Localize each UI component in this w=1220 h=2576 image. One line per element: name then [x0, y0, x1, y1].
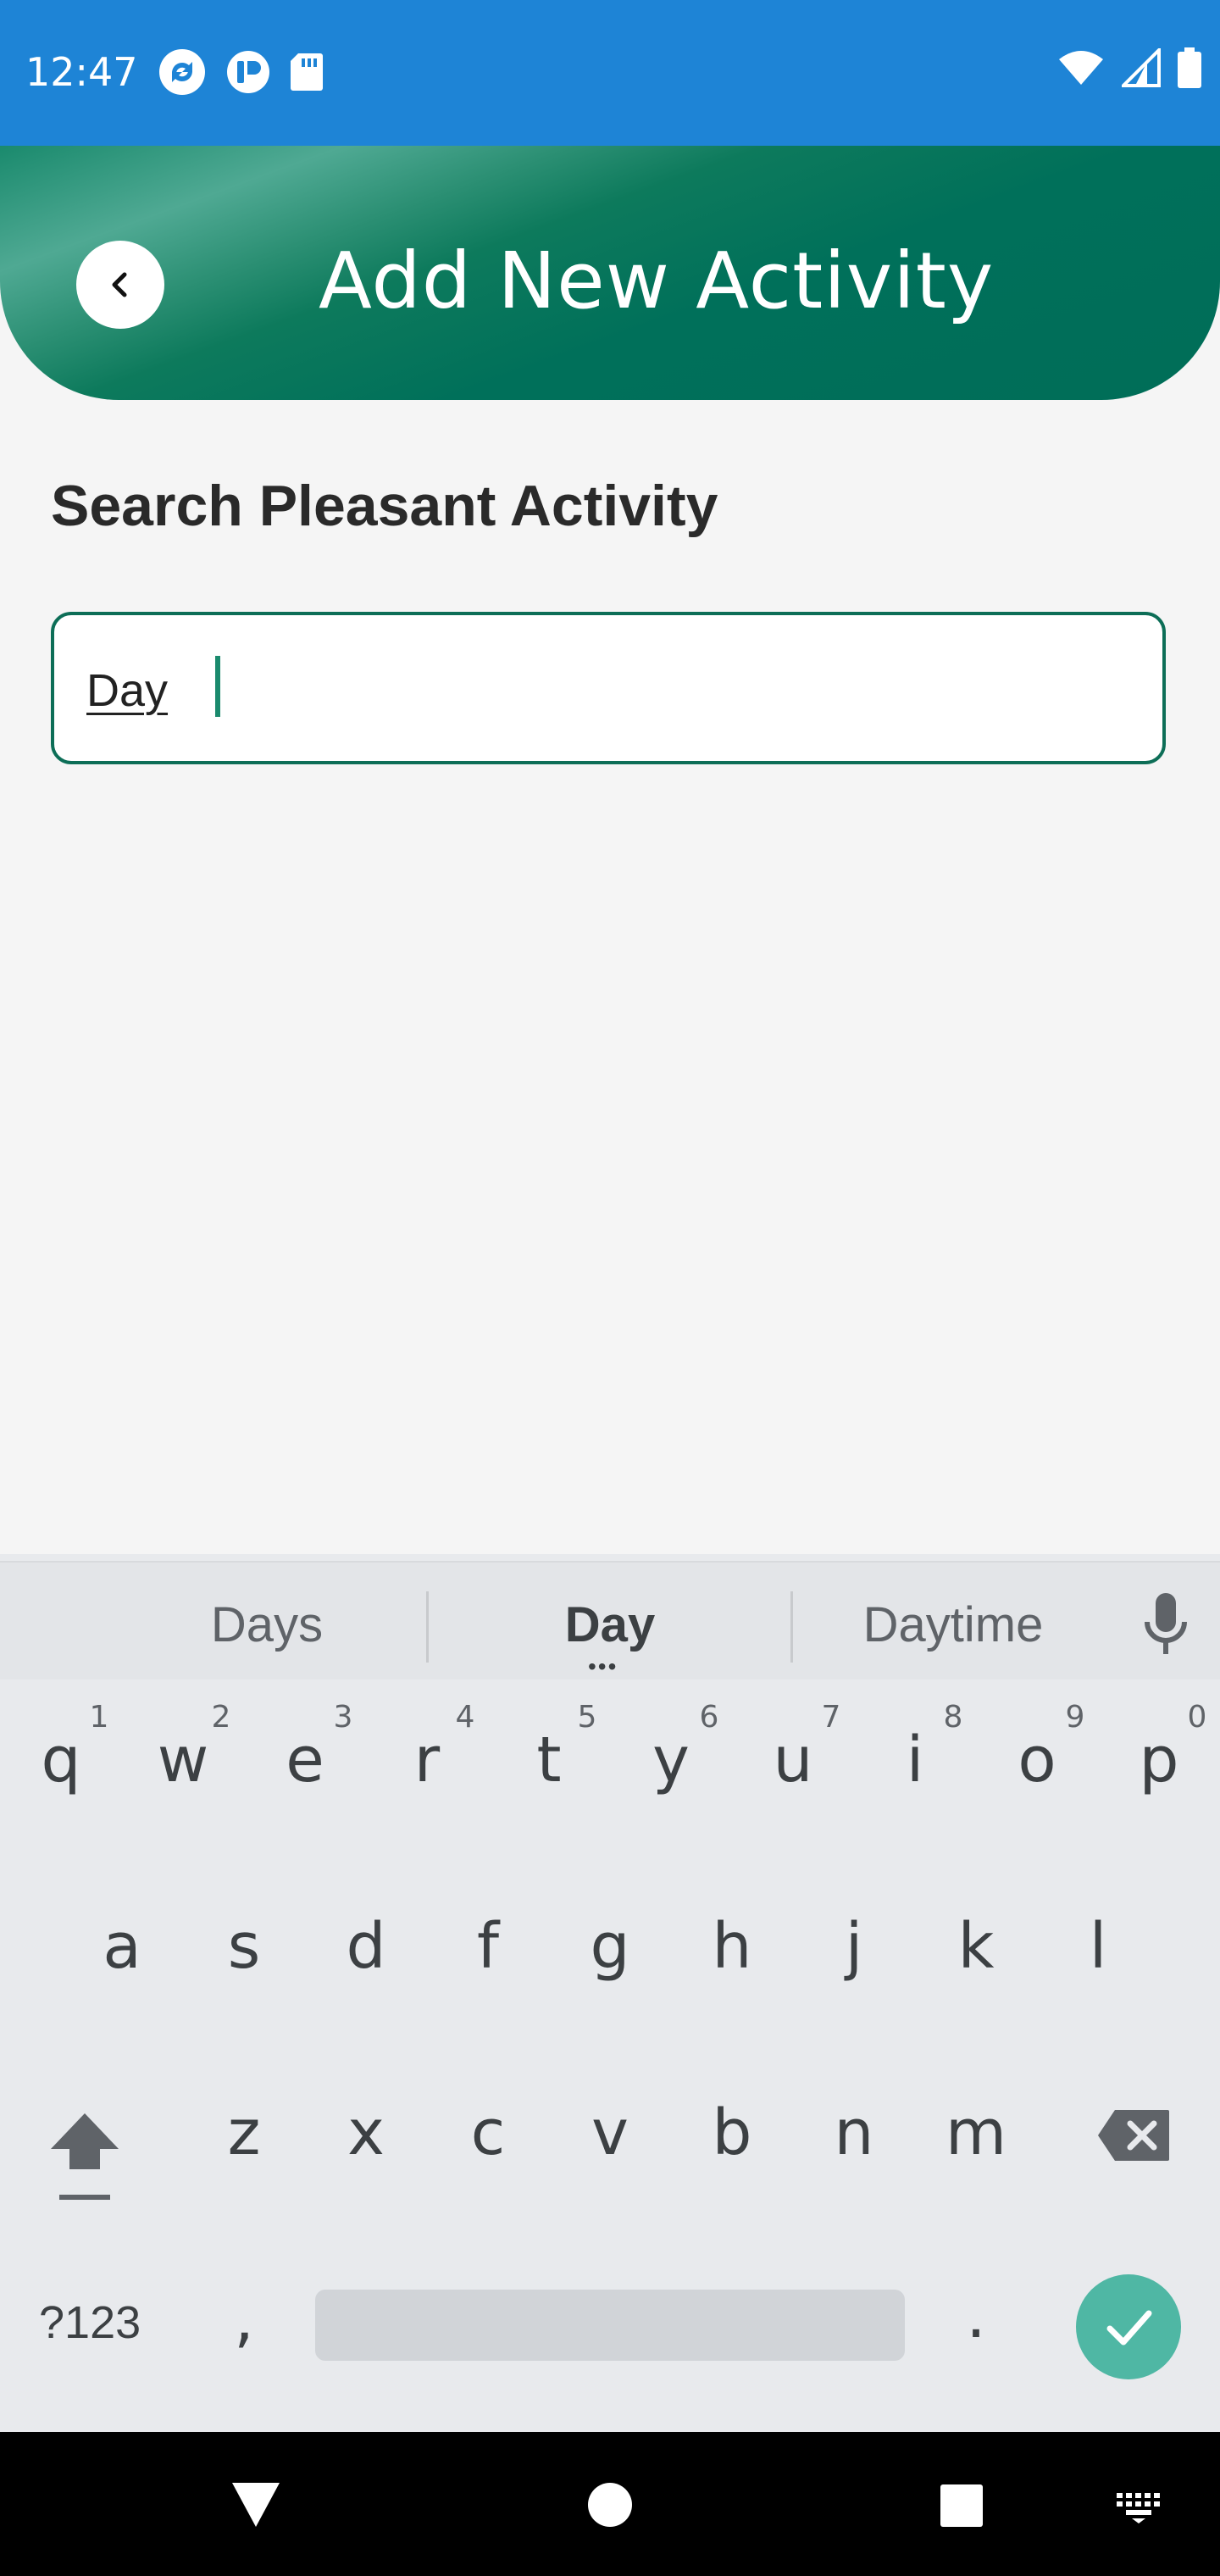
key-v[interactable]: v [559, 2096, 661, 2169]
chevron-left-icon [112, 272, 127, 297]
key-g[interactable]: g [559, 1910, 661, 1983]
key-i[interactable]: i [864, 1724, 966, 1796]
cell-signal-icon [1122, 48, 1161, 87]
back-triangle-icon[interactable] [229, 2479, 283, 2530]
system-nav-bar [0, 2432, 1220, 2576]
suggestion-strip: Days Day ••• Daytime [0, 1561, 1220, 1679]
shift-icon[interactable] [47, 2110, 122, 2205]
space-bar[interactable] [315, 2290, 905, 2361]
app-notification-icon [227, 51, 269, 93]
suggestion-days[interactable]: Days [195, 1596, 339, 1653]
key-r[interactable]: r [376, 1724, 478, 1796]
battery-icon [1178, 47, 1201, 88]
key-q[interactable]: q [10, 1724, 112, 1796]
mic-icon[interactable] [1142, 1591, 1190, 1659]
search-input-value: Day [86, 665, 169, 716]
app-header: Add New Activity [0, 146, 1220, 400]
key-w[interactable]: w [132, 1724, 234, 1796]
suggestion-divider [426, 1591, 429, 1663]
status-bar: 12:47 [0, 0, 1220, 146]
backspace-icon[interactable] [1096, 2108, 1171, 2162]
key-m[interactable]: m [925, 2096, 1027, 2169]
key-n[interactable]: n [803, 2096, 905, 2169]
key-k[interactable]: k [925, 1910, 1027, 1983]
key-u[interactable]: u [742, 1724, 844, 1796]
soft-keyboard: Days Day ••• Daytime 1 q 2 w 3 e 4 r 5 t… [0, 1554, 1220, 2432]
checkmark-icon [1106, 2310, 1152, 2346]
search-input[interactable]: Day [51, 612, 1166, 764]
page-title: Add New Activity [319, 236, 995, 326]
suggestion-divider [790, 1591, 793, 1663]
key-t[interactable]: t [498, 1724, 600, 1796]
key-j[interactable]: j [803, 1910, 905, 1983]
key-s[interactable]: s [193, 1910, 295, 1983]
section-title: Search Pleasant Activity [51, 474, 718, 538]
key-o[interactable]: o [986, 1724, 1088, 1796]
key-e[interactable]: e [254, 1724, 356, 1796]
status-icons-right [1057, 47, 1201, 88]
key-z[interactable]: z [193, 2096, 295, 2169]
key-y[interactable]: y [620, 1724, 722, 1796]
suggestion-day[interactable]: Day [525, 1596, 695, 1653]
key-h[interactable]: h [681, 1910, 783, 1983]
text-cursor [215, 656, 220, 717]
suggestion-daytime[interactable]: Daytime [847, 1596, 1059, 1653]
key-x[interactable]: x [315, 2096, 417, 2169]
keyboard-icon[interactable] [1115, 2491, 1162, 2525]
enter-button[interactable] [1076, 2274, 1181, 2379]
key-b[interactable]: b [681, 2096, 783, 2169]
status-icons-left [158, 47, 324, 97]
wifi-icon [1059, 51, 1103, 85]
key-c[interactable]: c [437, 2096, 539, 2169]
back-button[interactable] [76, 241, 164, 329]
key-d[interactable]: d [315, 1910, 417, 1983]
more-suggestions-dots[interactable]: ••• [588, 1655, 618, 1679]
status-time: 12:47 [25, 49, 138, 95]
sync-icon [159, 49, 205, 95]
home-circle-icon[interactable] [586, 2481, 634, 2529]
recents-square-icon[interactable] [939, 2483, 984, 2529]
key-f[interactable]: f [437, 1910, 539, 1983]
sd-card-icon [291, 53, 323, 91]
symbols-key[interactable]: ?123 [39, 2296, 141, 2349]
key-l[interactable]: l [1047, 1910, 1149, 1983]
period-key[interactable]: . [925, 2279, 1027, 2352]
key-p[interactable]: p [1108, 1724, 1210, 1796]
key-a[interactable]: a [71, 1910, 173, 1983]
comma-key[interactable]: , [193, 2283, 295, 2356]
